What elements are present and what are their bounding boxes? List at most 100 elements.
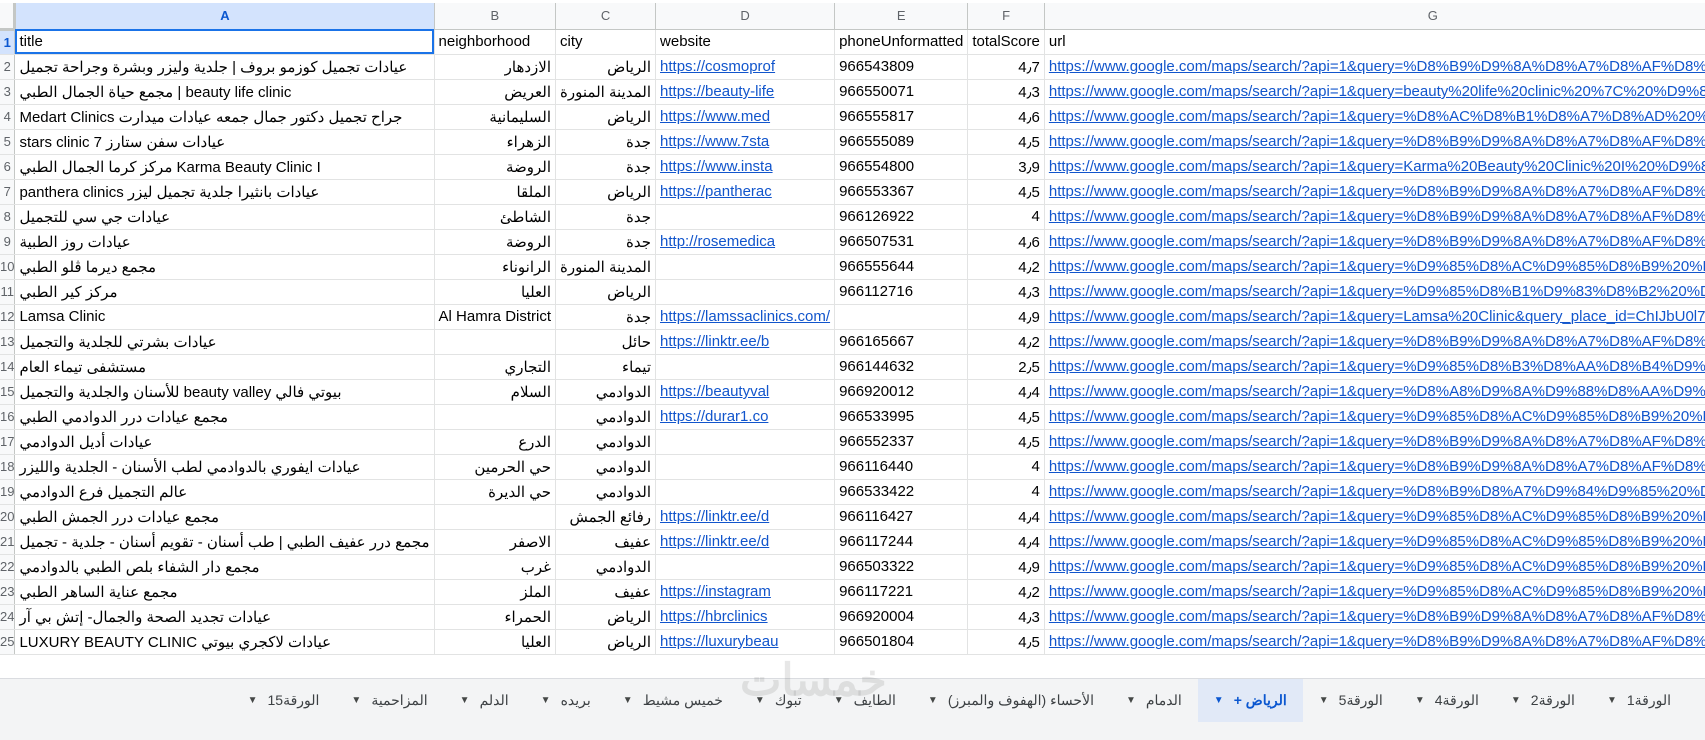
cell-website[interactable]: https://www.med — [655, 104, 836, 130]
row-header[interactable]: 5 — [0, 129, 16, 155]
cell-phone[interactable]: 966507531 — [834, 229, 969, 255]
cell-title[interactable]: عيادات ايفوري بالدوادمي لطب الأسنان - ال… — [14, 454, 435, 480]
cell-city[interactable]: عفيف — [555, 579, 657, 605]
cell-score[interactable]: 2٫5 — [967, 354, 1045, 380]
cell-phone[interactable] — [834, 304, 969, 330]
row-header[interactable]: 2 — [0, 54, 16, 80]
cell-neighborhood[interactable]: الزهراء — [434, 129, 557, 155]
row-header[interactable]: 20 — [0, 504, 16, 530]
cell-title[interactable]: عيادات جي سي للتجميل — [14, 204, 435, 230]
cell-url[interactable]: https://www.google.com/maps/search/?api=… — [1044, 379, 1705, 405]
cell-title[interactable]: عيادات أديل الدوادمي — [14, 429, 435, 455]
cell-website[interactable]: https://beautyval — [655, 379, 836, 405]
row-header[interactable]: 13 — [0, 329, 16, 355]
cell-neighborhood[interactable]: الملز — [434, 579, 557, 605]
cell-score[interactable]: 3٫9 — [967, 154, 1045, 180]
cell-city[interactable]: الرياض — [555, 179, 657, 205]
cell-website[interactable] — [655, 279, 836, 305]
cell-city[interactable]: الدوادمي — [555, 404, 657, 430]
cell-website[interactable]: https://luxurybeau — [655, 629, 836, 655]
cell-neighborhood[interactable]: الشاطئ — [434, 204, 557, 230]
cell-score[interactable]: 4 — [967, 479, 1045, 505]
header-cell[interactable]: website — [655, 29, 836, 55]
cell-score[interactable]: 4٫4 — [967, 529, 1045, 555]
cell-url[interactable]: https://www.google.com/maps/search/?api=… — [1044, 229, 1705, 255]
cell-score[interactable]: 4٫2 — [967, 579, 1045, 605]
cell-title[interactable]: مجمع دار الشفاء بلص الطبي بالدوادمي — [14, 554, 435, 580]
cell-score[interactable]: 4٫4 — [967, 379, 1045, 405]
header-cell[interactable]: url — [1044, 29, 1705, 55]
sheet-tab[interactable]: خميس مشيط ▼ — [607, 679, 739, 722]
cell-url[interactable]: https://www.google.com/maps/search/?api=… — [1044, 479, 1705, 505]
cell-phone[interactable]: 966552337 — [834, 429, 969, 455]
chevron-down-icon[interactable]: ▼ — [460, 695, 470, 706]
cell-city[interactable]: رفائع الجمش — [555, 504, 657, 530]
chevron-down-icon[interactable]: ▼ — [834, 695, 844, 706]
row-header[interactable]: 22 — [0, 554, 16, 580]
cell-city[interactable]: المدينة المنورة — [555, 254, 657, 280]
cell-title[interactable]: مستشفى تيماء العام — [14, 354, 435, 380]
chevron-down-icon[interactable]: ▼ — [351, 695, 361, 706]
cell-score[interactable]: 4٫5 — [967, 429, 1045, 455]
row-header[interactable]: 17 — [0, 429, 16, 455]
cell-score[interactable]: 4٫5 — [967, 404, 1045, 430]
cell-title[interactable]: عالم التجميل فرع الدوادمي — [14, 479, 435, 505]
cell-title[interactable]: عيادات سفن ستارز 7 stars clinic — [14, 129, 435, 155]
cell-score[interactable]: 4٫9 — [967, 554, 1045, 580]
cell-phone[interactable]: 966543809 — [834, 54, 969, 80]
cell-neighborhood[interactable]: الحمراء — [434, 604, 557, 630]
cell-score[interactable]: 4٫3 — [967, 79, 1045, 105]
header-cell[interactable]: title — [14, 29, 435, 55]
cell-phone[interactable]: 966126922 — [834, 204, 969, 230]
sheet-tab[interactable]: الأحساء (الهفوف والمبرز) ▼ — [912, 679, 1110, 722]
cell-score[interactable]: 4٫7 — [967, 54, 1045, 80]
cell-title[interactable]: عيادات بانثيرا جلدية تجميل ليزر panthera… — [14, 179, 435, 205]
sheet-tab[interactable]: تبوك ▼ — [739, 679, 818, 722]
cell-neighborhood[interactable] — [434, 504, 557, 530]
sheet-tab[interactable]: الورقة1 ▼ — [1591, 679, 1687, 722]
cell-url[interactable]: https://www.google.com/maps/search/?api=… — [1044, 554, 1705, 580]
cell-website[interactable]: https://linktr.ee/b — [655, 329, 836, 355]
cell-neighborhood[interactable]: الرانوناء — [434, 254, 557, 280]
cell-url[interactable]: https://www.google.com/maps/search/?api=… — [1044, 404, 1705, 430]
row-header[interactable]: 12 — [0, 304, 16, 330]
cell-neighborhood[interactable]: حي الحرمين — [434, 454, 557, 480]
header-cell[interactable]: phoneUnformatted — [834, 29, 969, 55]
cell-phone[interactable]: 966116427 — [834, 504, 969, 530]
cell-url[interactable]: https://www.google.com/maps/search/?api=… — [1044, 204, 1705, 230]
cell-website[interactable]: https://cosmoprof — [655, 54, 836, 80]
header-cell[interactable]: neighborhood — [434, 29, 557, 55]
cell-website[interactable]: https://pantherac — [655, 179, 836, 205]
cell-city[interactable]: الدوادمي — [555, 454, 657, 480]
row-header[interactable]: 10 — [0, 254, 16, 280]
cell-city[interactable]: الرياض — [555, 279, 657, 305]
cell-neighborhood[interactable]: غرب — [434, 554, 557, 580]
cell-city[interactable]: الدوادمي — [555, 429, 657, 455]
cell-url[interactable]: https://www.google.com/maps/search/?api=… — [1044, 429, 1705, 455]
column-header-a[interactable]: A — [14, 3, 435, 30]
cell-website[interactable]: https://linktr.ee/d — [655, 529, 836, 555]
cell-city[interactable]: تيماء — [555, 354, 657, 380]
cell-neighborhood[interactable] — [434, 329, 557, 355]
cell-score[interactable]: 4٫2 — [967, 329, 1045, 355]
cell-url[interactable]: https://www.google.com/maps/search/?api=… — [1044, 179, 1705, 205]
cell-phone[interactable]: 966501804 — [834, 629, 969, 655]
cell-neighborhood[interactable]: العليا — [434, 279, 557, 305]
cell-website[interactable] — [655, 479, 836, 505]
cell-neighborhood[interactable]: التجاري — [434, 354, 557, 380]
sheet-tab[interactable]: الدمام ▼ — [1110, 679, 1198, 722]
cell-neighborhood[interactable]: الدرع — [434, 429, 557, 455]
cell-city[interactable]: الدوادمي — [555, 479, 657, 505]
row-header[interactable]: 24 — [0, 604, 16, 630]
cell-neighborhood[interactable]: الروضة — [434, 154, 557, 180]
cell-url[interactable]: https://www.google.com/maps/search/?api=… — [1044, 104, 1705, 130]
row-header[interactable]: 25 — [0, 629, 16, 655]
cell-city[interactable]: الدوادمي — [555, 554, 657, 580]
chevron-down-icon[interactable]: ▼ — [248, 695, 258, 706]
row-header[interactable]: 21 — [0, 529, 16, 555]
select-all-corner[interactable] — [0, 3, 17, 31]
cell-phone[interactable]: 966555817 — [834, 104, 969, 130]
cell-neighborhood[interactable]: السليمانية — [434, 104, 557, 130]
cell-neighborhood[interactable]: السلام — [434, 379, 557, 405]
chevron-down-icon[interactable]: ▼ — [1415, 695, 1425, 706]
